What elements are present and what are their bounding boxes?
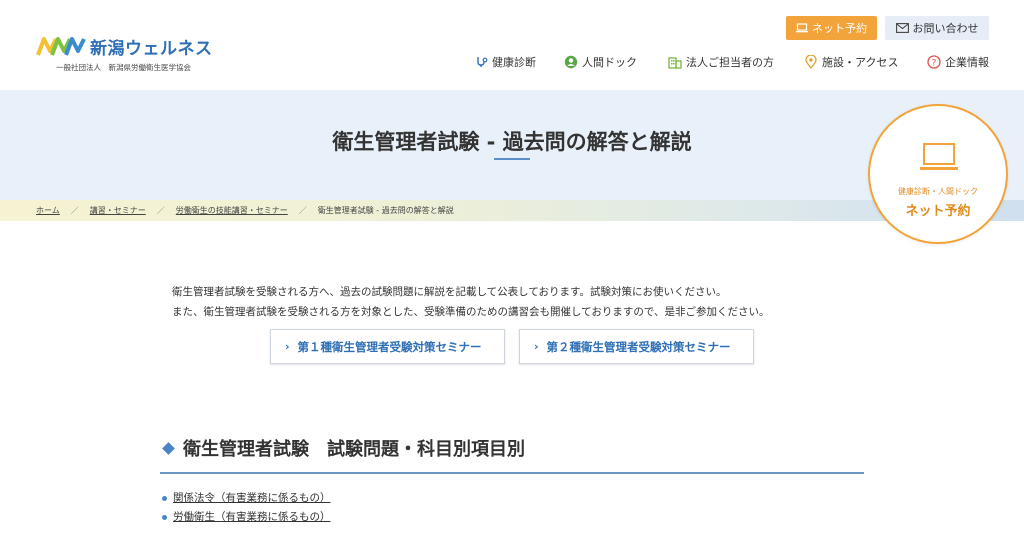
seminar-type2-label: 第２種衛生管理者受験対策セミナー [546,339,731,354]
diamond-icon [162,441,175,455]
net-reserve-circle-button[interactable]: 健康診断・人間ドック ネット予約 [868,104,1008,244]
gnav-label: 健康診断 [492,56,536,69]
reserve-circle-subtitle: 健康診断・人間ドック [898,187,978,196]
brand-name: 新潟ウェルネス [90,39,213,59]
section-divider [160,472,864,474]
section-title: 衛生管理者試験 試験問題・科目別項目別 [183,439,525,460]
map-pin-icon [804,55,818,69]
bullet-icon [162,515,167,520]
seminar-type1-label: 第１種衛生管理者受験対策セミナー [297,339,482,354]
gnav-label: 企業情報 [945,56,989,69]
person-circle-icon [564,55,578,69]
net-reserve-button[interactable]: ネット予約 [786,16,877,40]
subject-link-hygiene[interactable]: 労働衛生（有害業務に係るもの） [173,508,331,527]
title-underline [494,158,530,160]
reserve-circle-label: ネット予約 [905,204,971,219]
gnav-label: 人間ドック [582,56,637,69]
breadcrumb-separator: ／ [298,206,307,215]
breadcrumb-seminars[interactable]: 講習・セミナー [90,205,146,216]
chevron-right-icon: › [534,340,539,353]
breadcrumb: ホーム ／ 講習・セミナー ／ 労働衛生の技能講習・セミナー ／ 衛生管理者試験… [36,205,454,216]
subject-link-law[interactable]: 関係法令（有害業務に係るもの） [173,489,331,508]
breadcrumb-home[interactable]: ホーム [36,205,60,216]
section-heading: 衛生管理者試験 試験問題・科目別項目別 [160,435,525,461]
laptop-icon [796,23,808,33]
gnav-item-access[interactable]: 施設・アクセス [804,53,898,71]
contact-label: お問い合わせ [912,22,979,35]
seminar-type2-button[interactable]: › 第２種衛生管理者受験対策セミナー [519,329,754,364]
gnav-label: 法人ご担当者の方 [686,56,774,69]
building-icon [668,55,682,69]
intro-line-2: また、衛生管理者試験を受験される方を対象とした、受験準備のための講習会も開催して… [172,306,770,318]
intro-text: 衛生管理者試験を受験される方へ、過去の試験問題に解説を記載して公表しております。… [172,282,769,322]
svg-text:?: ? [932,59,937,69]
gnav-item-ningen-dock[interactable]: 人間ドック [564,53,637,71]
brand-subtitle: 一般社団法人 新潟県労働衛生医学協会 [56,63,191,72]
mail-icon [895,23,909,33]
list-item: 労働衛生（有害業務に係るもの） [162,508,331,527]
gnav-item-corporate[interactable]: 法人ご担当者の方 [668,53,774,71]
bullet-icon [162,496,167,501]
site-logo[interactable]: 新潟ウェルネス 一般社団法人 新潟県労働衛生医学協会 [36,34,213,72]
net-reserve-label: ネット予約 [812,22,867,35]
list-item: 関係法令（有害業務に係るもの） [162,489,331,508]
subject-link-list: 関係法令（有害業務に係るもの） 労働衛生（有害業務に係るもの） [162,489,331,527]
logo-mark-icon [36,36,86,56]
seminar-type1-button[interactable]: › 第１種衛生管理者受験対策セミナー [270,329,505,364]
stethoscope-icon [474,55,488,69]
contact-button[interactable]: お問い合わせ [885,16,989,40]
gnav-label: 施設・アクセス [822,56,899,69]
breadcrumb-current: 衛生管理者試験 - 過去問の解答と解説 [317,206,454,215]
breadcrumb-skill-seminars[interactable]: 労働衛生の技能講習・セミナー [176,205,288,216]
breadcrumb-separator: ／ [70,206,79,215]
laptop-icon [920,143,958,170]
gnav-item-health-checkup[interactable]: 健康診断 [474,53,536,71]
chevron-right-icon: › [285,340,290,353]
site-header: 新潟ウェルネス 一般社団法人 新潟県労働衛生医学協会 ネット予約 お問い合わせ … [0,0,1024,90]
question-circle-icon: ? [927,55,941,69]
gnav-item-company[interactable]: ? 企業情報 [927,53,989,71]
breadcrumb-separator: ／ [156,206,165,215]
intro-line-1: 衛生管理者試験を受験される方へ、過去の試験問題に解説を記載して公表しております。… [172,286,727,298]
